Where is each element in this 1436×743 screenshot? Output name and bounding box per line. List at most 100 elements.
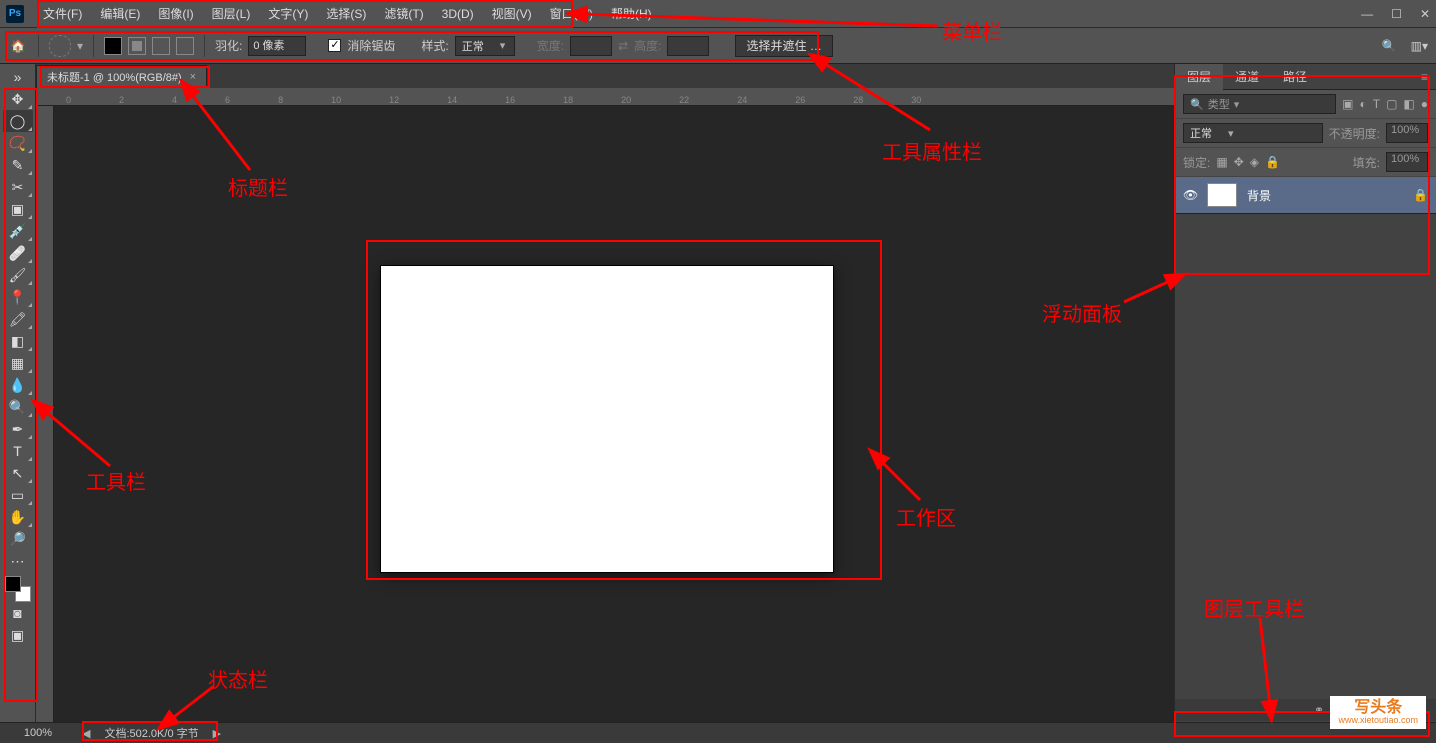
search-icon[interactable]: 🔍: [1382, 39, 1397, 53]
path-tool[interactable]: ↖: [3, 462, 33, 484]
vertical-ruler: [36, 106, 54, 722]
canvas[interactable]: [381, 266, 833, 572]
clone-tool[interactable]: 📍: [3, 286, 33, 308]
pen-tool[interactable]: ✒: [3, 418, 33, 440]
layer-filter-select[interactable]: 🔍 类型 ▾: [1183, 94, 1336, 114]
dodge-tool[interactable]: 🔍: [3, 396, 33, 418]
lock-all-icon[interactable]: 🔒: [1265, 155, 1280, 169]
eyedropper-tool[interactable]: 💉: [3, 220, 33, 242]
quick-mask-icon[interactable]: ◙: [3, 602, 33, 624]
screen-mode-icon[interactable]: ▣: [3, 624, 33, 646]
zoom-tool[interactable]: 🔎: [3, 528, 33, 550]
panel-menu-icon[interactable]: ≡: [1413, 70, 1436, 84]
lock-fill-icon[interactable]: ◈: [1250, 155, 1259, 169]
type-tool[interactable]: T: [3, 440, 33, 462]
menu-3d[interactable]: 3D(D): [433, 0, 483, 28]
filter-adjust-icon[interactable]: ◐: [1359, 97, 1366, 111]
opacity-input[interactable]: 100%: [1386, 123, 1428, 143]
foreground-color[interactable]: [5, 576, 21, 592]
gradient-tool[interactable]: ▦: [3, 352, 33, 374]
marquee-tool[interactable]: ◯: [3, 110, 33, 132]
lock-icon[interactable]: 🔒: [1413, 188, 1428, 202]
antialias-checkbox[interactable]: [328, 39, 341, 52]
dropdown-icon[interactable]: ▾: [77, 39, 83, 53]
brush-tool[interactable]: 🖌: [3, 264, 33, 286]
workspace-icon[interactable]: ▥▾: [1411, 39, 1428, 53]
feather-input[interactable]: 0 像素: [248, 36, 306, 56]
filter-pixel-icon[interactable]: ▣: [1342, 97, 1353, 111]
move-tool[interactable]: ✥: [3, 88, 33, 110]
quick-select-tool[interactable]: ✎: [3, 154, 33, 176]
layers-panel: 图层 通道 路径 ≡ 🔍 类型 ▾ ▣ ◐ T ▢ ◧ ● 正常 不透明度: 1…: [1174, 64, 1436, 722]
hand-tool[interactable]: ✋: [3, 506, 33, 528]
more-tools[interactable]: ⋯: [3, 550, 33, 572]
menu-file[interactable]: 文件(F): [34, 0, 91, 28]
horizontal-ruler: 024681012141618202224262830: [36, 88, 1174, 106]
fill-input[interactable]: 100%: [1386, 152, 1428, 172]
menu-window[interactable]: 窗口(W): [541, 0, 602, 28]
doc-size: 文档:502.0K/0 字节: [104, 725, 198, 741]
zoom-display[interactable]: 100%: [8, 727, 68, 739]
width-input: [570, 36, 612, 56]
filter-smart-icon[interactable]: ◧: [1403, 97, 1414, 111]
minimize-icon[interactable]: —: [1361, 7, 1373, 21]
style-label: 样式:: [421, 37, 448, 54]
menu-image[interactable]: 图像(I): [149, 0, 202, 28]
tab-paths[interactable]: 路径: [1271, 64, 1319, 90]
height-input: [667, 36, 709, 56]
collapse-icon[interactable]: »: [3, 66, 33, 88]
marquee-tool-indicator[interactable]: [49, 35, 71, 57]
style-select[interactable]: 正常: [455, 36, 515, 56]
blur-tool[interactable]: 💧: [3, 374, 33, 396]
menu-edit[interactable]: 编辑(E): [91, 0, 149, 28]
menu-help[interactable]: 帮助(H): [602, 0, 661, 28]
layer-name: 背景: [1247, 187, 1271, 204]
options-bar: 🏠 ▾ 羽化: 0 像素 消除锯齿 样式: 正常 宽度: ⇄ 高度: 选择并遮住…: [0, 28, 1436, 64]
opacity-label: 不透明度:: [1329, 125, 1380, 142]
close-icon[interactable]: ✕: [1420, 7, 1430, 21]
shape-tool[interactable]: ▭: [3, 484, 33, 506]
tab-title: 未标题-1 @ 100%(RGB/8#): [47, 69, 182, 85]
filter-type-icon[interactable]: T: [1373, 97, 1380, 111]
menu-view[interactable]: 视图(V): [483, 0, 541, 28]
tab-close-icon[interactable]: ×: [190, 71, 196, 83]
visibility-icon[interactable]: 👁: [1183, 188, 1197, 202]
lock-pixels-icon[interactable]: ▦: [1216, 155, 1227, 169]
lock-position-icon[interactable]: ✥: [1234, 155, 1244, 169]
tab-layers[interactable]: 图层: [1175, 64, 1223, 90]
subtract-selection-icon[interactable]: [152, 37, 170, 55]
color-swatches[interactable]: [5, 576, 31, 602]
feather-label: 羽化:: [215, 37, 242, 54]
canvas-viewport[interactable]: [36, 106, 1174, 722]
add-selection-icon[interactable]: [128, 37, 146, 55]
healing-tool[interactable]: 🩹: [3, 242, 33, 264]
maximize-icon[interactable]: ☐: [1391, 7, 1402, 21]
history-brush-tool[interactable]: 🖍: [3, 308, 33, 330]
new-selection-icon[interactable]: [104, 37, 122, 55]
layer-row-background[interactable]: 👁 背景 🔒: [1175, 177, 1436, 214]
layer-thumbnail[interactable]: [1207, 183, 1237, 207]
app-logo: Ps: [6, 5, 24, 23]
menu-type[interactable]: 文字(Y): [259, 0, 317, 28]
link-layers-icon[interactable]: ⚭: [1314, 703, 1324, 717]
eraser-tool[interactable]: ◧: [3, 330, 33, 352]
select-and-mask-button[interactable]: 选择并遮住 …: [735, 35, 832, 57]
lasso-tool[interactable]: 📿: [3, 132, 33, 154]
document-tab[interactable]: 未标题-1 @ 100%(RGB/8#) ×: [36, 65, 207, 88]
filter-shape-icon[interactable]: ▢: [1386, 97, 1397, 111]
filter-toggle-icon[interactable]: ●: [1421, 97, 1428, 111]
blend-mode-select[interactable]: 正常: [1183, 123, 1323, 143]
status-next-icon[interactable]: ▶: [213, 727, 221, 740]
layers-empty-area: [1175, 214, 1436, 699]
frame-tool[interactable]: ▣: [3, 198, 33, 220]
home-icon[interactable]: 🏠: [8, 36, 28, 56]
menu-select[interactable]: 选择(S): [317, 0, 375, 28]
status-bar: 100% ◀ 文档:502.0K/0 字节 ▶: [0, 722, 1436, 743]
tab-channels[interactable]: 通道: [1223, 64, 1271, 90]
intersect-selection-icon[interactable]: [176, 37, 194, 55]
swap-icon: ⇄: [618, 39, 628, 53]
crop-tool[interactable]: ✂: [3, 176, 33, 198]
menu-filter[interactable]: 滤镜(T): [375, 0, 432, 28]
menu-layer[interactable]: 图层(L): [203, 0, 260, 28]
status-prev-icon[interactable]: ◀: [82, 727, 90, 740]
